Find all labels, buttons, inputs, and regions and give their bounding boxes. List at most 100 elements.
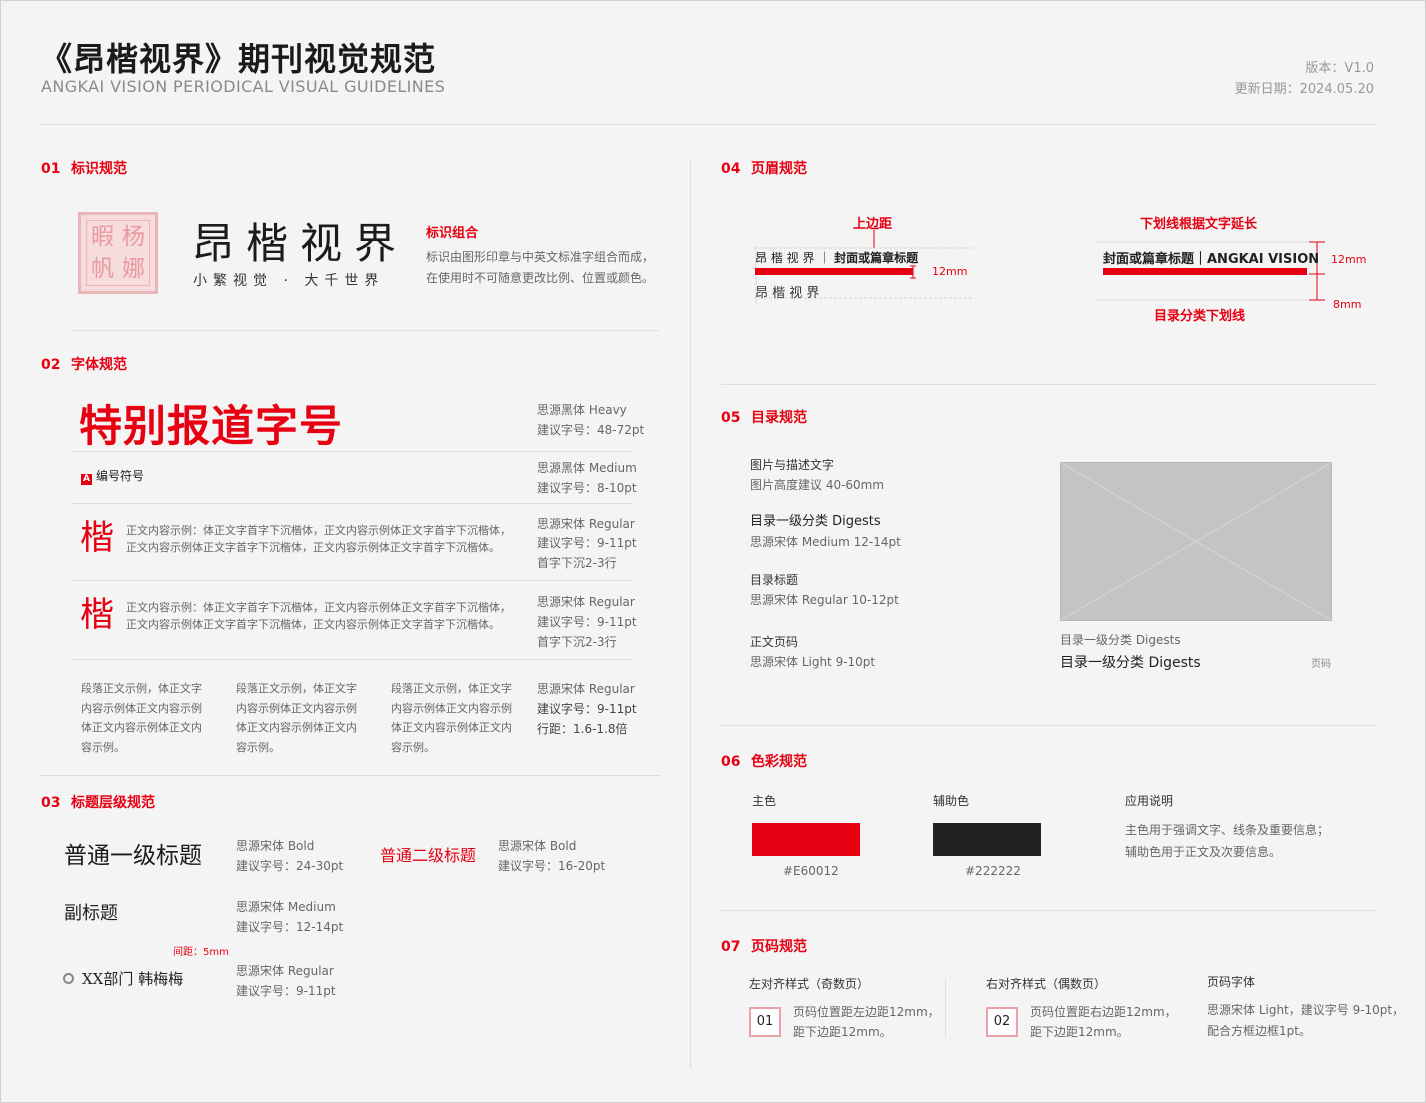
size-spec: 建议字号：9-11pt	[537, 615, 637, 629]
size-spec: 建议字号：16-20pt	[498, 859, 606, 873]
logo-wordmark: 昂楷视界	[192, 219, 409, 268]
row-divider	[72, 451, 633, 452]
usage-desc: 主色用于强调文字、线条及重要信息；	[1125, 823, 1330, 837]
page-number-odd: 01	[749, 1007, 781, 1037]
page-font-title: 页码字体	[1207, 975, 1256, 989]
image-placeholder	[1060, 462, 1332, 621]
paragraph-line: 容示例。	[236, 740, 280, 754]
primary-color-label: 主色	[752, 794, 777, 808]
version-text: 版本：V1.0	[1305, 61, 1374, 76]
right-align-title: 右对齐样式（偶数页）	[986, 977, 1107, 991]
size-spec: 建议字号：8-10pt	[537, 481, 637, 495]
size-spec: 建议字号：12-14pt	[236, 920, 344, 934]
toc-item-desc: 思源宋体 Medium 12-14pt	[750, 535, 901, 549]
primary-swatch	[752, 823, 860, 856]
row-divider	[72, 503, 633, 504]
toc-page-label: 页码	[1311, 659, 1331, 670]
header-brand-text: 昂 楷 视 界 ｜	[755, 251, 831, 265]
section-divider	[721, 384, 1376, 385]
column-divider	[690, 158, 691, 1068]
paragraph-sample-col3: 段落正文示例，体正文字 内容示例体正文内容示例 体正文内容示例体正文内 容示例。	[391, 679, 512, 757]
toc-caption-small: 目录一级分类 Digests	[1060, 633, 1181, 647]
seal-char: 杨	[122, 224, 145, 250]
underline-extend-label: 下划线根据文字延长	[1140, 217, 1258, 232]
section-07-heading: 07 页码规范	[721, 936, 807, 956]
row-divider	[72, 659, 633, 660]
secondary-color-label: 辅助色	[933, 794, 970, 808]
badge-a-icon: A	[81, 474, 92, 485]
code-symbol-label: 编号符号	[96, 469, 145, 483]
font-spec: 思源宋体 Regular	[537, 517, 635, 531]
section-04-heading: 04 页眉规范	[721, 158, 807, 178]
toc-item-title: 图片与描述文字	[750, 458, 835, 472]
section-divider	[721, 910, 1376, 911]
section-number: 02	[41, 357, 61, 373]
special-report-title: 特别报道字号	[79, 402, 343, 452]
font-spec: 思源宋体 Regular	[236, 964, 334, 978]
paragraph-line: 内容示例体正文内容示例	[391, 701, 512, 715]
header-red-bar	[755, 268, 913, 275]
body-sample-line: 正文内容示例体正文字首字下沉楷体，正文内容示例体正文字首字下沉楷体。	[126, 541, 500, 554]
section-divider	[72, 330, 659, 331]
font-spec: 思源黑体 Heavy	[537, 403, 627, 417]
body-sample-line: 正文内容示例体正文字首字下沉楷体，正文内容示例体正文字首字下沉楷体。	[126, 618, 500, 631]
right-align-desc: 距下边距12mm。	[1030, 1025, 1129, 1039]
page-number-even: 02	[986, 1007, 1018, 1037]
page-font-desc: 配合方框边框1pt。	[1207, 1024, 1311, 1038]
paragraph-line: 容示例。	[391, 740, 435, 754]
paragraph-sample-col1: 段落正文示例，体正文字 内容示例体正文内容示例 体正文内容示例体正文内 容示例。	[81, 679, 202, 757]
toc-item-title: 目录一级分类 Digests	[750, 514, 881, 529]
section-02-heading: 02 字体规范	[41, 354, 127, 374]
size-spec: 建议字号：9-11pt	[236, 984, 336, 998]
section-title: 页码规范	[751, 939, 807, 955]
section-01-heading: 01 标识规范	[41, 158, 127, 178]
logo-slogan: 小繁视觉 · 大千世界	[193, 273, 385, 289]
secondary-hex: #222222	[965, 864, 1021, 878]
leading-spec: 行距：1.6-1.8倍	[537, 722, 628, 736]
font-spec: 思源宋体 Bold	[236, 839, 315, 853]
byline-text: XX部门 韩梅梅	[82, 970, 184, 988]
paragraph-line: 容示例。	[81, 740, 125, 754]
font-spec: 思源宋体 Regular	[537, 682, 635, 696]
usage-desc: 辅助色用于正文及次要信息。	[1125, 845, 1282, 859]
section-number: 04	[721, 161, 741, 177]
section-06-heading: 06 色彩规范	[721, 751, 807, 771]
section-title: 标识规范	[71, 161, 127, 177]
header-divider	[40, 124, 1376, 125]
header-title-text: 封面或篇章标题	[834, 251, 919, 265]
section-number: 07	[721, 939, 741, 955]
section-number: 06	[721, 754, 741, 770]
dimension-label: 8mm	[1333, 298, 1362, 311]
dimension-label: 12mm	[1331, 253, 1367, 266]
toc-underline-label: 目录分类下划线	[1154, 309, 1246, 324]
toc-item-desc: 思源宋体 Regular 10-12pt	[750, 593, 899, 607]
section-number: 05	[721, 410, 741, 426]
section-title: 页眉规范	[751, 161, 807, 177]
size-spec: 建议字号：24-30pt	[236, 859, 344, 873]
dimension-label: 12mm	[932, 265, 968, 278]
paragraph-line: 体正文内容示例体正文内	[391, 721, 512, 734]
paragraph-line: 段落正文示例，体正文字	[391, 682, 512, 695]
section-number: 01	[41, 161, 61, 177]
drop-cap-char: 楷	[80, 595, 114, 635]
font-spec: 思源黑体 Medium	[537, 461, 637, 475]
section-title: 字体规范	[71, 357, 127, 373]
paragraph-line: 体正文内容示例体正文内	[236, 721, 357, 734]
left-align-desc: 页码位置距左边距12mm，	[793, 1005, 940, 1019]
logo-combo-desc: 在使用时不可随意更改比例、位置或颜色。	[426, 271, 655, 285]
paragraph-line: 内容示例体正文内容示例	[236, 701, 357, 715]
header-left-sample: 昂 楷 视 界 ｜ 封面或篇章标题	[755, 249, 918, 266]
right-align-desc: 页码位置距右边距12mm，	[1030, 1005, 1177, 1019]
size-spec: 建议字号：9-11pt	[537, 536, 637, 550]
paragraph-line: 体正文内容示例体正文内	[81, 721, 202, 734]
left-align-title: 左对齐样式（奇数页）	[749, 977, 870, 991]
header-logo-sample: 昂 楷 视 界	[755, 286, 820, 301]
paragraph-line: 段落正文示例，体正文字	[81, 682, 202, 695]
logo-seal: 暇 杨 帆 娜	[78, 212, 158, 294]
font-spec: 思源宋体 Medium	[236, 900, 336, 914]
update-date: 更新日期：2024.05.20	[1234, 82, 1374, 97]
toc-item-desc: 思源宋体 Light 9-10pt	[750, 655, 876, 669]
section-divider	[40, 775, 660, 776]
primary-hex: #E60012	[783, 864, 839, 878]
usage-title: 应用说明	[1125, 794, 1174, 808]
